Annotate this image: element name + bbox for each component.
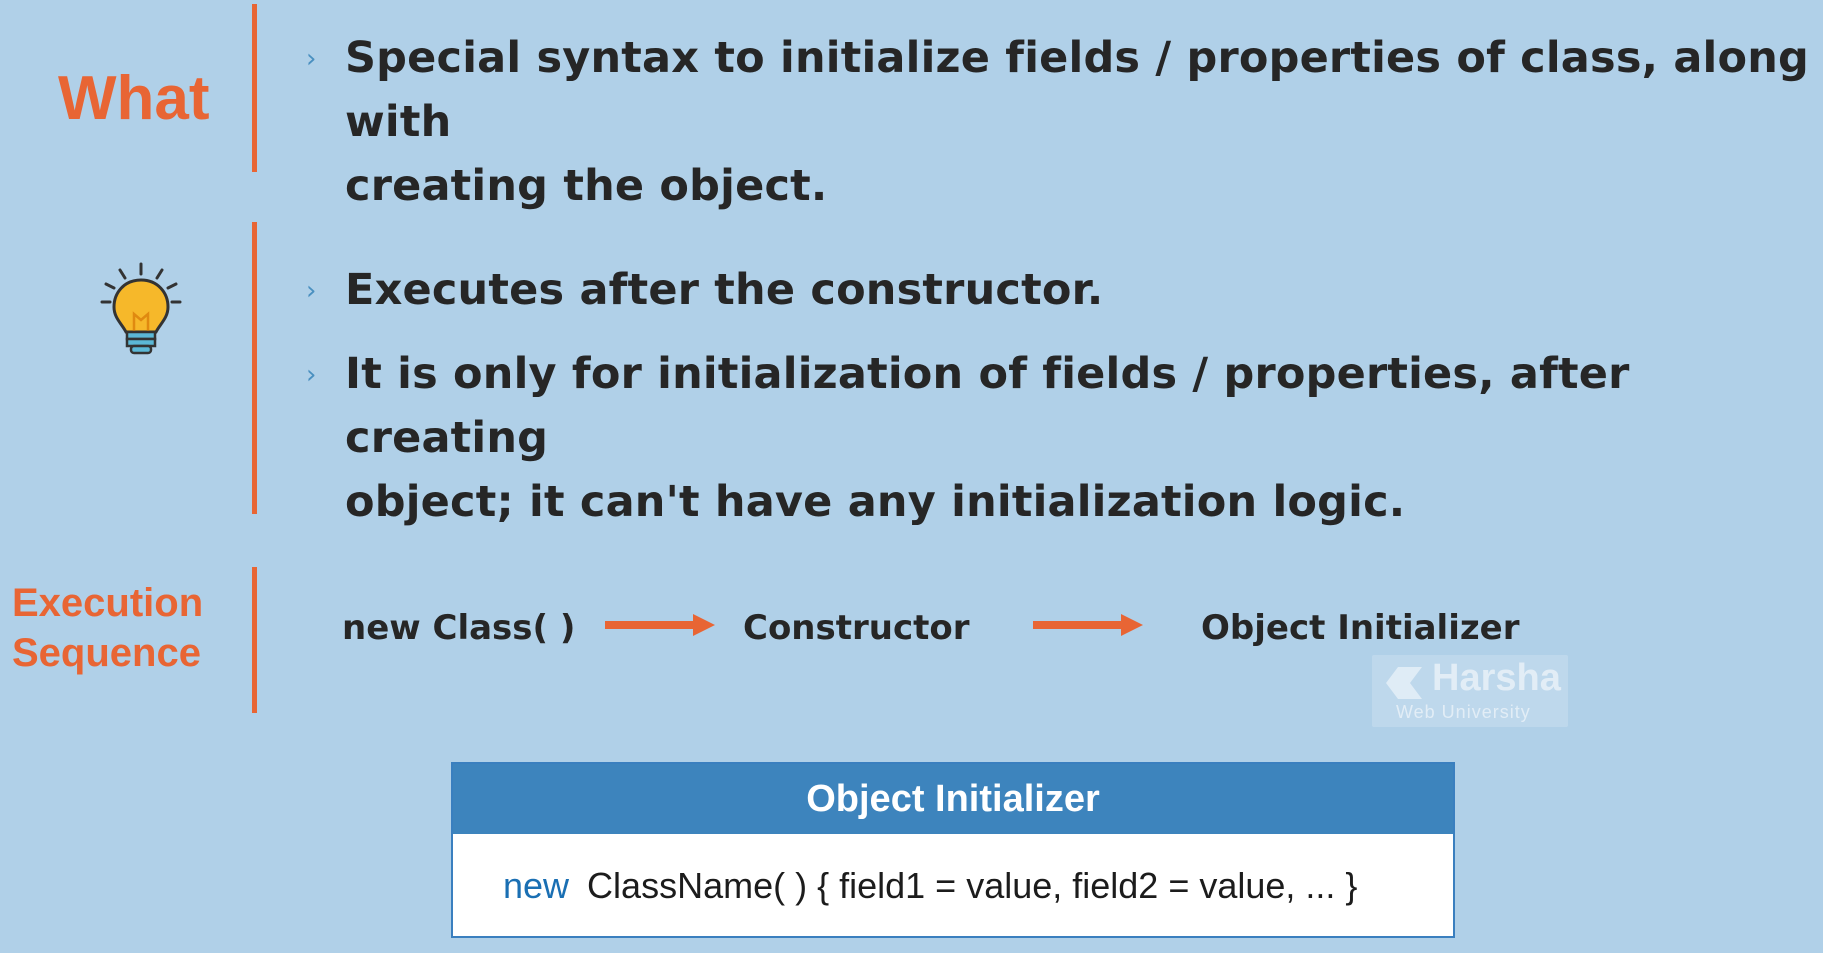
watermark-title: Harsha [1432,657,1561,699]
execution-label-line2: Sequence [12,631,201,675]
what-bullet-line1: Special syntax to initialize fields / pr… [345,33,1810,147]
tips-divider [252,222,257,514]
tip-bullet-text-2: It is only for initialization of fields … [345,342,1823,534]
tip-2-line1: It is only for initialization of fields … [345,349,1630,463]
execution-label-line1: Execution [12,581,204,625]
watermark-logo-icon [1382,663,1426,707]
execution-divider [252,567,257,713]
code-text: ClassName( ) { field1 = value, field2 = … [587,865,1358,906]
tip-bullet-marker-2: › [306,360,317,390]
what-divider [252,4,257,172]
execution-label: Execution Sequence [12,578,203,678]
tip-1-line1: Executes after the constructor. [345,265,1104,315]
arrow-right-icon [605,614,715,640]
what-bullet-line2: creating the object. [345,161,828,211]
what-bullet-text: Special syntax to initialize fields / pr… [345,26,1823,218]
what-bullet-marker: › [306,44,317,74]
tip-bullet-marker-1: › [306,276,317,306]
lightbulb-icon [98,262,184,366]
tip-bullet-text-1: Executes after the constructor. [345,258,1103,322]
object-initializer-box: Object Initializer new ClassName( ) { fie… [451,762,1455,938]
what-label: What [58,64,210,133]
code-keyword: new [503,865,570,906]
watermark-subtitle: Web University [1396,702,1531,722]
step-new-class: new Class( ) [342,608,576,648]
step-object-initializer: Object Initializer [1201,608,1520,648]
watermark: Harsha Web University [1372,655,1568,727]
step-constructor: Constructor [743,608,970,648]
box-title: Object Initializer [453,764,1453,834]
box-code: new ClassName( ) { field1 = value, field2… [453,834,1453,938]
tip-2-line2: object; it can't have any initialization… [345,477,1406,527]
arrow-right-icon [1033,614,1143,640]
